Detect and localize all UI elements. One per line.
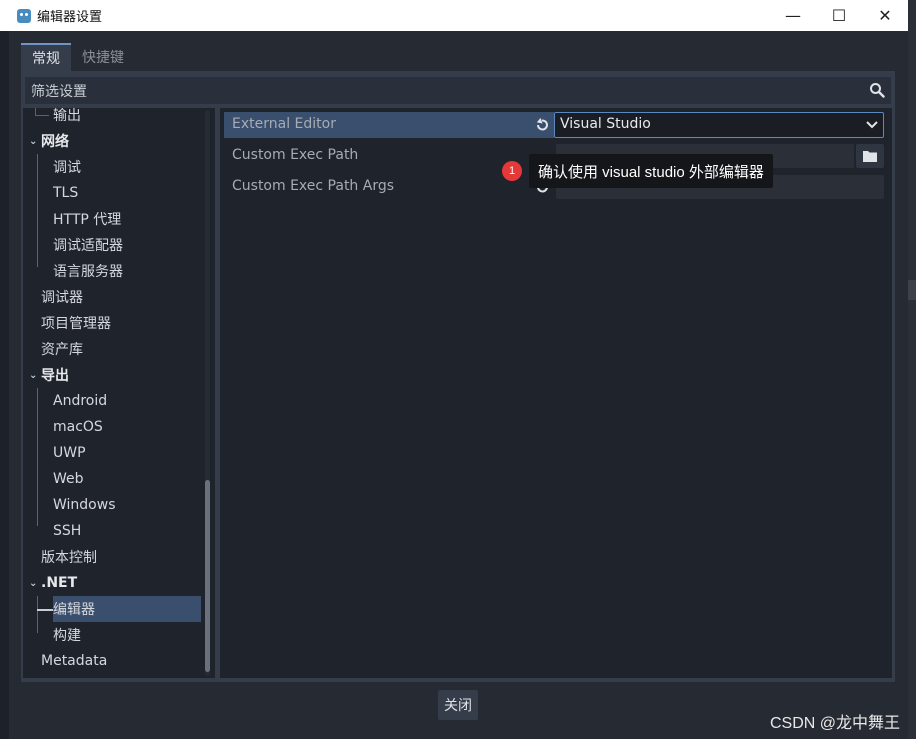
tree-item-asset-library[interactable]: 资产库 (23, 336, 203, 362)
close-window-button[interactable]: ✕ (862, 0, 908, 31)
tree-item-macos[interactable]: macOS (23, 414, 203, 440)
tree-connector (37, 609, 53, 611)
tree-item-version-control[interactable]: 版本控制 (23, 544, 203, 570)
title-bar: 编辑器设置 — ☐ ✕ (0, 0, 908, 31)
property-label: Custom Exec Path (232, 147, 359, 163)
tree-item-output[interactable]: 输出 (23, 108, 203, 128)
tab-general[interactable]: 常规 (21, 43, 71, 71)
property-external-editor[interactable]: External Editor Visual Studio (224, 112, 886, 138)
tab-shortcuts[interactable]: 快捷键 (71, 43, 135, 71)
tree-item-debug[interactable]: 调试 (23, 154, 203, 180)
settings-tree: 输出 ⌄ 网络 调试 TLS HTTP 代理 调试适配器 语言服务器 调试器 项目… (23, 108, 215, 678)
tree-item-build[interactable]: 构建 (23, 622, 203, 648)
annotation-badge: 1 (502, 161, 522, 181)
close-icon: ✕ (878, 6, 892, 25)
window-title: 编辑器设置 (37, 10, 103, 25)
chevron-down-icon[interactable]: ⌄ (29, 370, 37, 381)
filter-placeholder: 筛选设置 (31, 83, 87, 100)
host-scroll-mark (908, 280, 916, 300)
annotation-tooltip: 确认使用 visual studio 外部编辑器 (529, 154, 773, 188)
tree-item-project-manager[interactable]: 项目管理器 (23, 310, 203, 336)
tree-item-tls[interactable]: TLS (23, 180, 203, 206)
tree-item-android[interactable]: Android (23, 388, 203, 414)
dropdown-value: Visual Studio (560, 116, 651, 132)
minimize-button[interactable]: — (770, 0, 816, 31)
minimize-icon: — (785, 6, 801, 25)
property-label: Custom Exec Path Args (232, 178, 395, 194)
tree-scrollbar-thumb[interactable] (205, 480, 210, 672)
tree-item-windows[interactable]: Windows (23, 492, 203, 518)
watermark: CSDN @龙中舞王 (769, 715, 900, 732)
property-label: External Editor (232, 116, 336, 132)
property-inspector: External Editor Visual Studio Custom Exe… (220, 108, 892, 678)
tree-item-metadata[interactable]: Metadata (23, 648, 203, 674)
maximize-icon: ☐ (831, 6, 847, 25)
tree-item-debugger[interactable]: 调试器 (23, 284, 203, 310)
tree-item-debug-adapter[interactable]: 调试适配器 (23, 232, 203, 258)
tree-item-editor[interactable]: 编辑器 (23, 596, 203, 622)
editor-settings-dialog: 常规 快捷键 筛选设置 输出 ⌄ 网络 调试 TLS HTTP 代理 调试适配器 … (9, 31, 908, 739)
tree-item-network[interactable]: ⌄ 网络 (23, 128, 203, 154)
folder-icon (863, 151, 877, 162)
tree-item-export[interactable]: ⌄ 导出 (23, 362, 203, 388)
chevron-down-icon[interactable]: ⌄ (29, 136, 37, 147)
tree-item-http-proxy[interactable]: HTTP 代理 (23, 206, 203, 232)
tree-item-language-server[interactable]: 语言服务器 (23, 258, 203, 284)
host-window-edge (908, 0, 916, 739)
chevron-down-icon[interactable]: ⌄ (29, 578, 37, 589)
filter-settings-input[interactable]: 筛选设置 (25, 77, 891, 104)
godot-app-icon (17, 8, 31, 23)
tree-item-ssh[interactable]: SSH (23, 518, 203, 544)
tree-item-dotnet[interactable]: ⌄ .NET (23, 570, 203, 596)
tree-item-uwp[interactable]: UWP (23, 440, 203, 466)
chevron-down-icon (866, 121, 878, 129)
search-icon[interactable] (869, 82, 885, 98)
close-button[interactable]: 关闭 (438, 690, 478, 720)
maximize-button[interactable]: ☐ (816, 0, 862, 31)
tab-bar: 常规 快捷键 (21, 43, 135, 71)
external-editor-dropdown[interactable]: Visual Studio (554, 112, 884, 138)
tree-item-web[interactable]: Web (23, 466, 203, 492)
revert-icon[interactable] (534, 117, 550, 133)
browse-folder-button[interactable] (856, 144, 884, 168)
window-controls: — ☐ ✕ (770, 0, 908, 31)
